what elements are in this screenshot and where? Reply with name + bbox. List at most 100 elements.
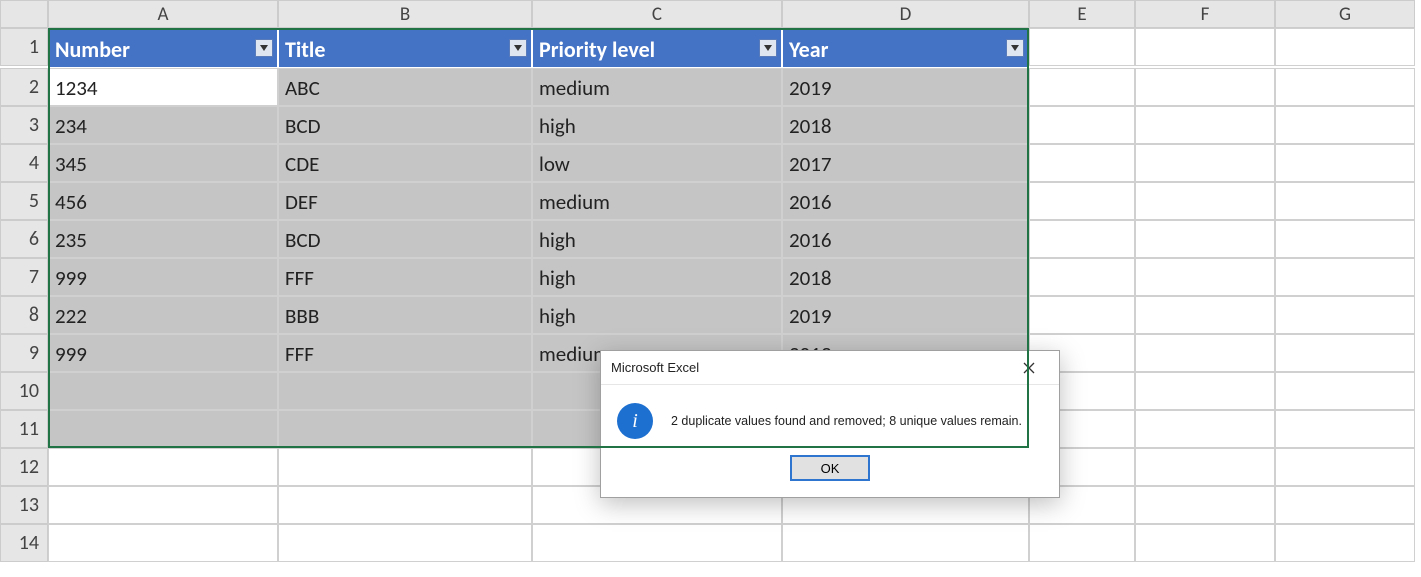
ok-button[interactable]: OK <box>790 455 870 481</box>
cell[interactable] <box>278 372 532 410</box>
table-header-cell[interactable]: Year <box>782 28 1029 68</box>
cell[interactable]: medium <box>532 182 782 220</box>
cell[interactable] <box>278 524 532 562</box>
row-header[interactable]: 3 <box>0 106 48 144</box>
cell[interactable]: 234 <box>48 106 278 144</box>
filter-dropdown-icon[interactable] <box>509 39 527 57</box>
row-header[interactable]: 12 <box>0 448 48 486</box>
cell[interactable]: ABC <box>278 68 532 106</box>
cell[interactable]: low <box>532 144 782 182</box>
cell[interactable]: 2017 <box>782 144 1029 182</box>
cell[interactable] <box>278 486 532 524</box>
cell[interactable]: 2019 <box>782 296 1029 334</box>
cell[interactable] <box>1275 28 1415 66</box>
cell[interactable]: 345 <box>48 144 278 182</box>
cell[interactable] <box>1275 68 1415 106</box>
table-header-cell[interactable]: Number <box>48 28 278 68</box>
row-header[interactable]: 7 <box>0 258 48 296</box>
cell[interactable] <box>1135 258 1275 296</box>
cell[interactable]: DEF <box>278 182 532 220</box>
column-header[interactable]: D <box>782 0 1029 28</box>
cell[interactable]: BCD <box>278 106 532 144</box>
cell[interactable] <box>1275 372 1415 410</box>
close-icon[interactable] <box>1009 353 1049 383</box>
cell[interactable] <box>1275 410 1415 448</box>
cell[interactable] <box>1275 106 1415 144</box>
cell[interactable] <box>278 410 532 448</box>
cell[interactable] <box>48 372 278 410</box>
row-header[interactable]: 9 <box>0 334 48 372</box>
column-header[interactable]: G <box>1275 0 1415 28</box>
cell[interactable] <box>1275 144 1415 182</box>
cell[interactable] <box>1135 106 1275 144</box>
cell[interactable] <box>1275 220 1415 258</box>
cell[interactable] <box>48 410 278 448</box>
row-header[interactable]: 1 <box>0 28 48 66</box>
cell[interactable]: CDE <box>278 144 532 182</box>
row-header[interactable]: 10 <box>0 372 48 410</box>
cell[interactable] <box>782 524 1029 562</box>
cell[interactable] <box>1135 220 1275 258</box>
cell[interactable] <box>1029 28 1135 66</box>
cell[interactable] <box>1275 258 1415 296</box>
row-header[interactable]: 13 <box>0 486 48 524</box>
cell[interactable]: 1234 <box>48 68 278 106</box>
cell[interactable]: 999 <box>48 258 278 296</box>
row-header[interactable]: 2 <box>0 68 48 106</box>
cell[interactable]: FFF <box>278 258 532 296</box>
cell[interactable]: 235 <box>48 220 278 258</box>
cell[interactable] <box>1275 524 1415 562</box>
row-header[interactable]: 11 <box>0 410 48 448</box>
cell[interactable] <box>1135 182 1275 220</box>
cell[interactable]: 2016 <box>782 220 1029 258</box>
cell[interactable] <box>1029 106 1135 144</box>
cell[interactable] <box>1029 258 1135 296</box>
cell[interactable]: 222 <box>48 296 278 334</box>
cell[interactable] <box>48 486 278 524</box>
cell[interactable]: high <box>532 258 782 296</box>
cell[interactable]: FFF <box>278 334 532 372</box>
cell[interactable] <box>1275 486 1415 524</box>
table-header-cell[interactable]: Priority level <box>532 28 782 68</box>
cell[interactable] <box>1135 296 1275 334</box>
cell[interactable] <box>1135 410 1275 448</box>
cell[interactable] <box>532 524 782 562</box>
cell[interactable] <box>1275 334 1415 372</box>
cell[interactable] <box>1029 68 1135 106</box>
cell[interactable] <box>278 448 532 486</box>
cell[interactable] <box>1029 182 1135 220</box>
filter-dropdown-icon[interactable] <box>1006 39 1024 57</box>
cell[interactable] <box>1275 296 1415 334</box>
column-header[interactable]: A <box>48 0 278 28</box>
cell[interactable]: BBB <box>278 296 532 334</box>
cell[interactable] <box>1029 220 1135 258</box>
cell[interactable] <box>1135 372 1275 410</box>
cell[interactable] <box>1275 448 1415 486</box>
column-header[interactable]: F <box>1135 0 1275 28</box>
cell[interactable]: high <box>532 296 782 334</box>
cell[interactable] <box>1135 28 1275 66</box>
column-header[interactable]: B <box>278 0 532 28</box>
cell[interactable] <box>1135 144 1275 182</box>
cell[interactable]: 2018 <box>782 106 1029 144</box>
cell[interactable]: high <box>532 106 782 144</box>
filter-dropdown-icon[interactable] <box>759 39 777 57</box>
column-header[interactable]: E <box>1029 0 1135 28</box>
row-header[interactable]: 6 <box>0 220 48 258</box>
column-header[interactable]: C <box>532 0 782 28</box>
cell[interactable]: 2018 <box>782 258 1029 296</box>
cell[interactable] <box>1029 296 1135 334</box>
cell[interactable]: medium <box>532 68 782 106</box>
table-header-cell[interactable]: Title <box>278 28 532 68</box>
cell[interactable]: 999 <box>48 334 278 372</box>
cell[interactable] <box>1135 68 1275 106</box>
cell[interactable]: high <box>532 220 782 258</box>
cell[interactable]: BCD <box>278 220 532 258</box>
cell[interactable]: 456 <box>48 182 278 220</box>
row-header[interactable]: 14 <box>0 524 48 562</box>
filter-dropdown-icon[interactable] <box>255 39 273 57</box>
row-header[interactable]: 5 <box>0 182 48 220</box>
cell[interactable] <box>1275 182 1415 220</box>
cell[interactable] <box>1029 524 1135 562</box>
cell[interactable] <box>1135 486 1275 524</box>
